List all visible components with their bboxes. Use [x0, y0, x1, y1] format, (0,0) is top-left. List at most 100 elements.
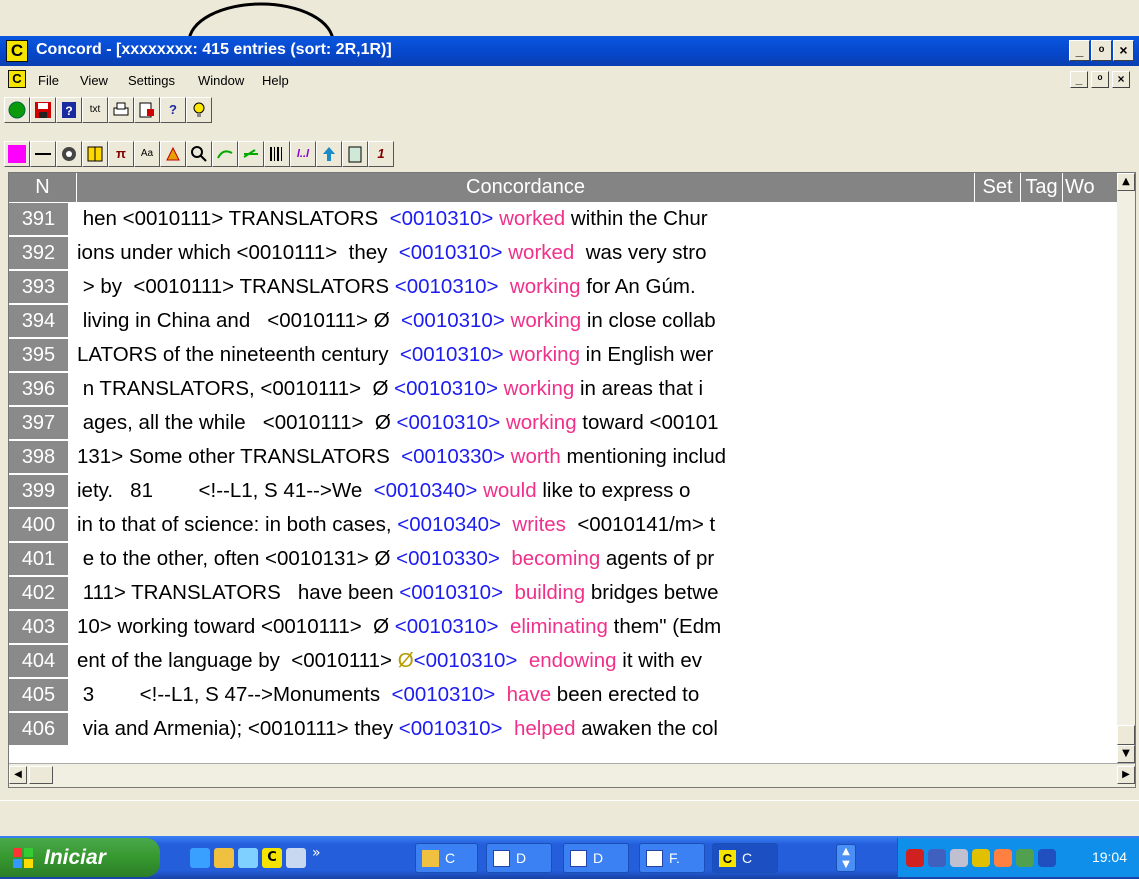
table-row[interactable]: 405 3 <!--L1, S 47-->Monuments <0010310>… — [9, 678, 1119, 712]
table-row[interactable]: 398 131> Some other TRANSLATORS <0010330>… — [9, 440, 1119, 474]
table-row[interactable]: 406 via and Armenia); <0010111> they <00… — [9, 712, 1119, 746]
concordance-grid[interactable]: N Concordance Set Tag Wo 391 hen <001011… — [8, 172, 1136, 788]
hscroll-thumb[interactable] — [29, 766, 53, 784]
txt-file-icon[interactable]: txt — [82, 97, 108, 123]
row-number[interactable]: 397 — [9, 407, 68, 439]
menu-help[interactable]: Help — [262, 73, 289, 88]
one-icon[interactable]: 1 — [368, 141, 394, 167]
document-icon[interactable]: C — [8, 70, 26, 88]
row-number[interactable]: 393 — [9, 271, 68, 303]
scroll-right-icon[interactable]: ▶ — [1117, 766, 1135, 784]
row-number[interactable]: 402 — [9, 577, 68, 609]
minimize-button[interactable]: _ — [1069, 40, 1090, 61]
tray-app-icon[interactable] — [950, 849, 968, 867]
maximize-button[interactable]: ͦ — [1091, 40, 1112, 61]
table-row[interactable]: 400 in to that of science: in both cases,… — [9, 508, 1119, 542]
doc-minimize-button[interactable]: _ — [1070, 71, 1088, 88]
search-icon[interactable] — [186, 141, 212, 167]
row-number[interactable]: 405 — [9, 679, 68, 711]
pointer-icon[interactable] — [286, 848, 306, 868]
table-row[interactable]: 397 ages, all the while <0010111> Ø <001… — [9, 406, 1119, 440]
row-number[interactable]: 392 — [9, 237, 68, 269]
row-number[interactable]: 406 — [9, 713, 68, 745]
scroll-left-icon[interactable]: ◀ — [9, 766, 27, 784]
header-n[interactable]: N — [9, 173, 77, 202]
arrow-up-icon[interactable] — [316, 141, 342, 167]
table-row[interactable]: 404 ent of the language by <0010111> Ø<00… — [9, 644, 1119, 678]
scroll-up-icon[interactable]: ▲ — [1117, 173, 1135, 191]
task-word-3[interactable]: F. — [639, 843, 705, 873]
table-row[interactable]: 395 LATORS of the nineteenth century <001… — [9, 338, 1119, 372]
tray-security-icon[interactable] — [1016, 849, 1034, 867]
help-book-icon[interactable]: ? — [56, 97, 82, 123]
taskbar-scroll-icon[interactable]: ▲ ▼ — [836, 844, 856, 872]
lightbulb-icon[interactable] — [186, 97, 212, 123]
start-button[interactable]: Iniciar — [0, 838, 160, 877]
close-button[interactable]: × — [1113, 40, 1134, 61]
window-title-bar[interactable]: C Concord - [xxxxxxxx: 415 entries (sort… — [0, 36, 1139, 66]
header-tag[interactable]: Tag — [1021, 173, 1063, 202]
row-number[interactable]: 396 — [9, 373, 68, 405]
table-row[interactable]: 391 hen <0010111> TRANSLATORS <0010310> … — [9, 202, 1119, 236]
table-row[interactable]: 396 n TRANSLATORS, <0010111> Ø <0010310>… — [9, 372, 1119, 406]
italic-icon[interactable]: l..l — [290, 141, 316, 167]
table-row[interactable]: 401 e to the other, often <0010131> Ø <0… — [9, 542, 1119, 576]
row-number[interactable]: 403 — [9, 611, 68, 643]
doc-close-button[interactable]: × — [1112, 71, 1130, 88]
row-number[interactable]: 395 — [9, 339, 68, 371]
doc-restore-button[interactable]: ͦ — [1091, 71, 1109, 88]
menu-window[interactable]: Window — [198, 73, 244, 88]
task-word-1[interactable]: D — [486, 843, 552, 873]
save-floppy-icon[interactable] — [30, 97, 56, 123]
horizontal-scrollbar[interactable]: ◀ ▶ — [9, 763, 1135, 787]
case-icon[interactable]: Aa — [134, 141, 160, 167]
menu-file[interactable]: File — [38, 73, 59, 88]
concord-app-icon[interactable]: C — [6, 40, 28, 62]
go-green-circle-icon[interactable] — [4, 97, 30, 123]
task-word-2[interactable]: D — [563, 843, 629, 873]
row-number[interactable]: 401 — [9, 543, 68, 575]
internet-explorer-icon[interactable] — [190, 848, 210, 868]
magenta-square-icon[interactable] — [4, 141, 30, 167]
question-mark-icon[interactable]: ? — [160, 97, 186, 123]
volume-icon[interactable] — [1038, 849, 1056, 867]
pi-icon[interactable]: π — [108, 141, 134, 167]
vertical-scrollbar[interactable]: ▲ ▼ — [1117, 173, 1135, 763]
scroll-down-icon[interactable]: ▼ — [1117, 745, 1135, 763]
row-number[interactable]: 404 — [9, 645, 68, 677]
line-icon[interactable] — [30, 141, 56, 167]
table-row[interactable]: 392 ions under which <0010111> they <0010… — [9, 236, 1119, 270]
print-preview-icon[interactable] — [134, 97, 160, 123]
antivirus-icon[interactable] — [994, 849, 1012, 867]
header-set[interactable]: Set — [975, 173, 1021, 202]
network-icon[interactable] — [928, 849, 946, 867]
task-concord[interactable]: C C — [712, 843, 778, 873]
header-word[interactable]: Wo — [1063, 173, 1119, 202]
row-number[interactable]: 394 — [9, 305, 68, 337]
print-icon[interactable] — [108, 97, 134, 123]
folder-icon[interactable] — [214, 848, 234, 868]
menu-view[interactable]: View — [80, 73, 108, 88]
collocate-icon[interactable] — [212, 141, 238, 167]
row-number[interactable]: 400 — [9, 509, 68, 541]
row-number[interactable]: 399 — [9, 475, 68, 507]
table-row[interactable]: 399 iety. 81 <!--L1, S 41-->We <0010340> … — [9, 474, 1119, 508]
header-concordance[interactable]: Concordance — [77, 173, 975, 202]
scroll-thumb[interactable] — [1117, 725, 1135, 745]
tray-folder-icon[interactable] — [972, 849, 990, 867]
concord-quicklaunch-icon[interactable]: C — [262, 848, 282, 868]
quicklaunch-more-icon[interactable]: » — [312, 845, 321, 861]
plot-icon[interactable] — [238, 141, 264, 167]
task-folder[interactable]: C — [415, 843, 478, 873]
shield-icon[interactable] — [906, 849, 924, 867]
gear-icon[interactable] — [56, 141, 82, 167]
columns-icon[interactable] — [82, 141, 108, 167]
table-row[interactable]: 393 > by <0010111> TRANSLATORS <0010310>… — [9, 270, 1119, 304]
table-row[interactable]: 402 111> TRANSLATORS have been <0010310>… — [9, 576, 1119, 610]
table-row[interactable]: 403 10> working toward <0010111> Ø <00103… — [9, 610, 1119, 644]
clipboard-icon[interactable] — [342, 141, 368, 167]
row-number[interactable]: 391 — [9, 203, 68, 235]
zap-icon[interactable] — [160, 141, 186, 167]
browser-icon[interactable] — [238, 848, 258, 868]
barcode-icon[interactable] — [264, 141, 290, 167]
